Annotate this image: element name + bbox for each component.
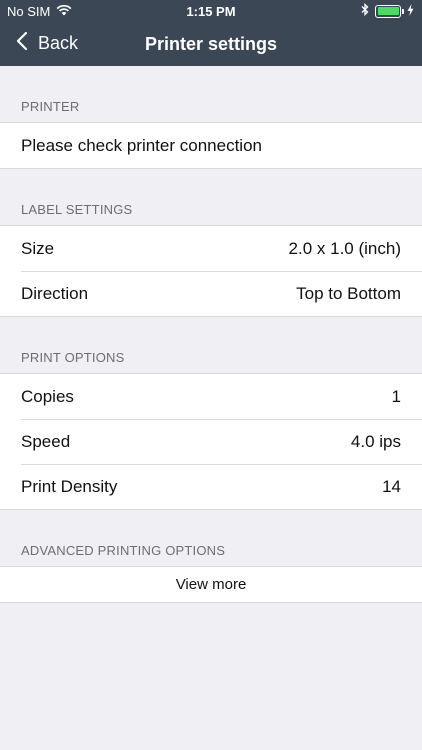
print-density-label: Print Density [21,476,118,496]
status-bar: No SIM 1:15 PM [0,0,422,22]
size-label: Size [21,238,55,258]
direction-label: Direction [21,283,89,303]
charging-bolt-icon [407,3,414,19]
size-value: 2.0 x 1.0 (inch) [288,238,401,258]
battery-level-fill [377,7,399,15]
page-title: Printer settings [144,34,278,54]
advanced-group: View more [0,566,422,603]
size-row[interactable]: Size 2.0 x 1.0 (inch) [0,226,422,271]
section-header-printer: PRINTER [21,99,80,114]
section-header-label-settings: LABEL SETTINGS [21,202,133,217]
battery-icon [375,4,404,18]
printer-group: Please check printer connection [0,122,422,169]
print-density-row[interactable]: Print Density 14 [0,464,422,509]
direction-value: Top to Bottom [296,283,401,303]
print-density-value: 14 [382,476,401,496]
status-right [361,2,414,19]
direction-row[interactable]: Direction Top to Bottom [0,271,422,316]
clock: 1:15 PM [186,4,236,19]
section-header-print-options: PRINT OPTIONS [21,350,125,365]
view-more-label: View more [175,576,247,593]
section-header-advanced: ADVANCED PRINTING OPTIONS [21,543,226,558]
print-options-group: Copies 1 Speed 4.0 ips Print Density 14 [0,373,422,510]
label-settings-group: Size 2.0 x 1.0 (inch) Direction Top to B… [0,225,422,317]
printer-status-row[interactable]: Please check printer connection [0,123,422,168]
printer-status-text: Please check printer connection [21,135,262,155]
top-bar: No SIM 1:15 PM Back Printer settings [0,0,422,66]
nav-bar: Back Printer settings [0,22,422,66]
bluetooth-icon [361,2,369,19]
speed-label: Speed [21,431,71,451]
copies-label: Copies [21,386,74,406]
speed-value: 4.0 ips [350,431,401,451]
copies-value: 1 [391,386,401,406]
speed-row[interactable]: Speed 4.0 ips [0,419,422,464]
view-more-button[interactable]: View more [0,567,422,602]
copies-row[interactable]: Copies 1 [0,374,422,419]
